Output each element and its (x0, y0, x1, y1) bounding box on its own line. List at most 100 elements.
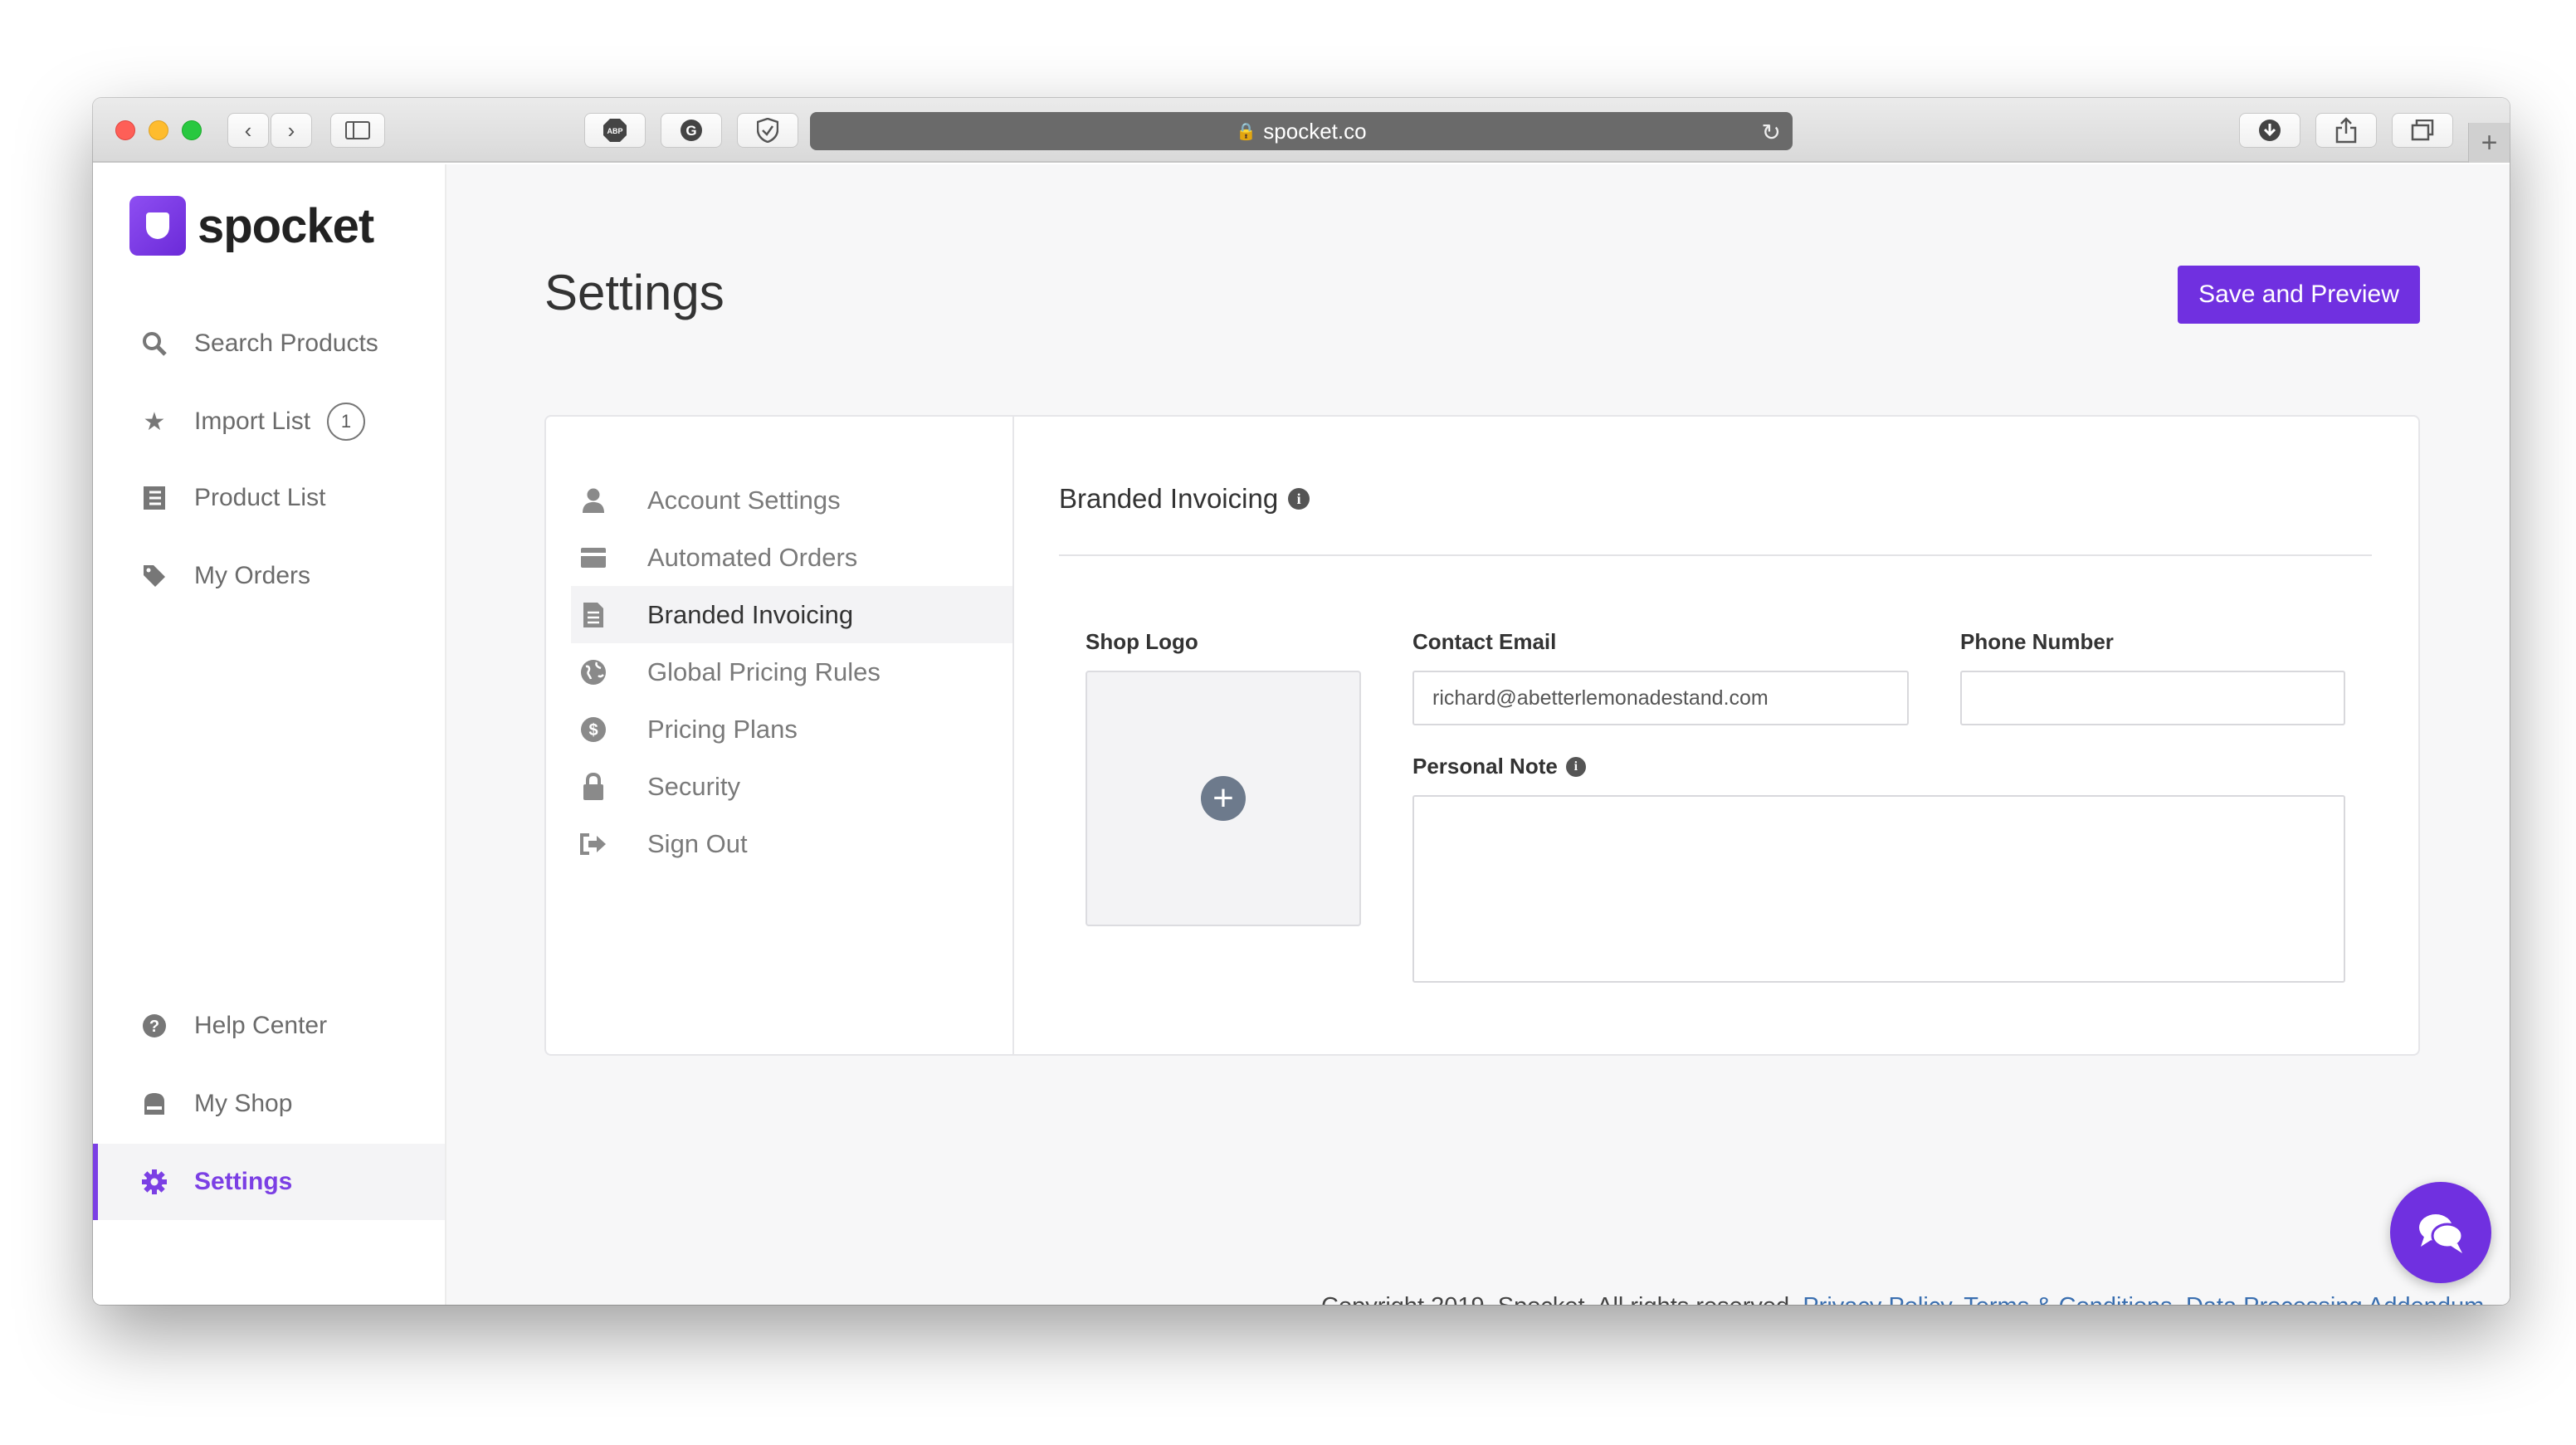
panel-title: Branded Invoicing i (1059, 483, 1310, 515)
save-and-preview-button[interactable]: Save and Preview (2178, 266, 2420, 324)
spocket-logo-icon (129, 196, 186, 256)
reload-icon[interactable]: ↻ (1762, 119, 1781, 146)
settings-nav: Account Settings Automated Orders Brande… (546, 417, 1014, 1054)
new-tab-button[interactable]: + (2468, 123, 2510, 163)
divider (1059, 554, 2372, 556)
contact-email-label: Contact Email (1412, 629, 1557, 654)
phone-number-label: Phone Number (1960, 629, 2114, 654)
privacy-policy-link[interactable]: Privacy Policy (1803, 1293, 1950, 1305)
adblock-icon: ABP (603, 119, 627, 142)
sidebar-item-label: My Shop (194, 1090, 293, 1117)
main-content: Settings Save and Preview Account Settin… (446, 164, 2510, 1305)
settings-nav-branded-invoicing[interactable]: Branded Invoicing (571, 586, 1012, 643)
sidebar-item-label: Import List (194, 408, 311, 435)
svg-text:G: G (685, 123, 696, 139)
settings-nav-label: Account Settings (647, 485, 841, 515)
shop-icon (139, 1089, 169, 1119)
lock-icon: 🔒 (1236, 122, 1257, 141)
privacy-extension-button[interactable] (737, 113, 798, 148)
contact-email-field[interactable] (1412, 671, 1909, 725)
forward-button[interactable]: › (271, 113, 312, 148)
personal-note-label-row: Personal Note i (1412, 754, 1586, 779)
window-minimize-button[interactable] (149, 120, 168, 140)
window-close-button[interactable] (115, 120, 135, 140)
browser-toolbar: ‹ › ABP G 🔒 spocket.co ↻ + (93, 98, 2510, 163)
list-icon (139, 483, 169, 513)
spocket-logo[interactable]: spocket (129, 196, 374, 256)
settings-nav-pricing-plans[interactable]: $ Pricing Plans (546, 701, 1012, 758)
sidebar-item-help-center[interactable]: ? Help Center (93, 988, 445, 1064)
globe-icon (578, 659, 609, 686)
info-icon[interactable]: i (1565, 756, 1586, 777)
shop-logo-label: Shop Logo (1086, 629, 1198, 654)
download-icon (2259, 120, 2281, 141)
svg-text:ABP: ABP (607, 127, 622, 135)
sidebar-item-label: Search Products (194, 330, 378, 357)
star-icon: ★ (143, 408, 166, 436)
import-list-count-badge: 1 (327, 403, 366, 441)
data-processing-addendum-link[interactable]: Data Processing Addendum (2186, 1293, 2485, 1305)
chat-icon (2419, 1214, 2464, 1253)
sidebar-item-label: Product List (194, 484, 326, 511)
copyright-text: Copyright 2019, Spocket. All rights rese… (1321, 1293, 1796, 1305)
settings-nav-label: Automated Orders (647, 542, 858, 572)
sidebar-item-import-list[interactable]: ★ Import List 1 (93, 383, 445, 460)
info-icon[interactable]: i (1288, 488, 1310, 510)
card-icon (578, 547, 609, 569)
sidebar-item-my-shop[interactable]: My Shop (93, 1066, 445, 1142)
gear-icon (139, 1167, 169, 1197)
plus-icon: + (2481, 126, 2498, 159)
panel-title-text: Branded Invoicing (1059, 483, 1279, 514)
chevron-right-icon: › (287, 117, 295, 143)
settings-nav-label: Security (647, 771, 740, 801)
sidebar-item-search-products[interactable]: Search Products (93, 305, 445, 382)
sidebar-item-product-list[interactable]: Product List (93, 460, 445, 536)
sidebar-item-settings[interactable]: Settings (93, 1144, 445, 1220)
tabs-overview-button[interactable] (2392, 113, 2453, 148)
share-icon (2335, 117, 2357, 144)
sidebar-toggle-button[interactable] (330, 113, 385, 148)
settings-nav-label: Sign Out (647, 828, 748, 858)
share-button[interactable] (2315, 113, 2377, 148)
app-sidebar: spocket Search Products ★ Import List 1 … (93, 164, 446, 1305)
settings-nav-automated-orders[interactable]: Automated Orders (546, 529, 1012, 586)
branded-invoicing-panel: Branded Invoicing i Shop Logo + Contact … (1059, 417, 2372, 1054)
sidebar-toggle-icon (345, 121, 370, 139)
adblock-extension-button[interactable]: ABP (584, 113, 646, 148)
sidebar-item-my-orders[interactable]: My Orders (93, 538, 445, 614)
sidebar-item-label: My Orders (194, 562, 311, 589)
sidebar-item-label: Settings (194, 1168, 293, 1195)
downloads-button[interactable] (2239, 113, 2300, 148)
sidebar-item-label: Help Center (194, 1012, 328, 1039)
shield-icon (757, 118, 778, 143)
help-icon: ? (139, 1011, 169, 1041)
chat-support-button[interactable] (2390, 1182, 2491, 1283)
phone-number-field[interactable] (1960, 671, 2345, 725)
shop-logo-upload[interactable]: + (1086, 671, 1361, 926)
settings-nav-account-settings[interactable]: Account Settings (546, 471, 1012, 529)
grammarly-icon: G (681, 120, 702, 141)
grammarly-extension-button[interactable]: G (661, 113, 722, 148)
settings-nav-label: Branded Invoicing (647, 599, 854, 629)
spocket-logo-text: spocket (198, 198, 374, 253)
settings-card: Account Settings Automated Orders Brande… (544, 415, 2420, 1056)
lock-icon (578, 772, 609, 801)
chevron-left-icon: ‹ (244, 117, 252, 143)
back-button[interactable]: ‹ (227, 113, 269, 148)
settings-nav-sign-out[interactable]: Sign Out (546, 815, 1012, 872)
address-bar[interactable]: 🔒 spocket.co ↻ (810, 112, 1793, 150)
dollar-icon: $ (578, 716, 609, 743)
window-maximize-button[interactable] (182, 120, 202, 140)
personal-note-field[interactable] (1412, 795, 2345, 983)
page-title: Settings (544, 265, 724, 320)
svg-text:?: ? (149, 1018, 159, 1036)
settings-nav-label: Pricing Plans (647, 714, 798, 744)
settings-nav-label: Global Pricing Rules (647, 657, 881, 686)
browser-window: ‹ › ABP G 🔒 spocket.co ↻ + spocket Searc… (93, 98, 2510, 1305)
search-icon (139, 329, 169, 359)
settings-nav-security[interactable]: Security (546, 758, 1012, 815)
personal-note-label: Personal Note (1412, 754, 1558, 779)
settings-nav-global-pricing-rules[interactable]: Global Pricing Rules (546, 643, 1012, 701)
terms-link[interactable]: Terms & Conditions (1964, 1293, 2172, 1305)
document-icon (578, 602, 609, 628)
